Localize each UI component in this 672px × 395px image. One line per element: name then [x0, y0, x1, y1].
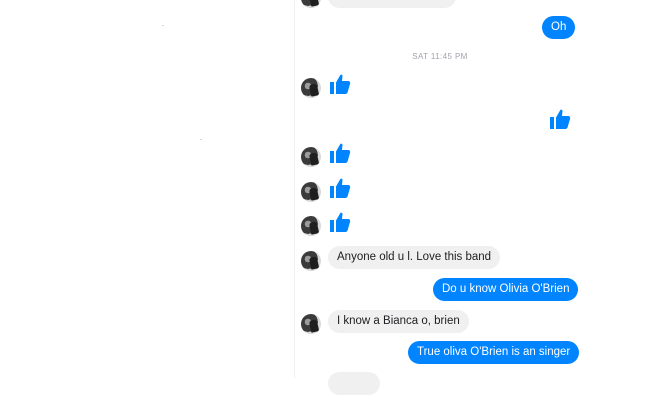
conversation-list-pane — [0, 0, 295, 378]
thumbs-up-icon — [548, 107, 572, 131]
avatar[interactable] — [301, 314, 321, 334]
thumbs-up-icon — [328, 210, 352, 234]
avatar[interactable] — [301, 182, 321, 202]
avatar[interactable] — [301, 0, 321, 8]
message-bubble-incoming: I know a Bianca o, brien — [328, 310, 469, 333]
message-bubble-incoming: Anyone old u l. Love this band — [328, 246, 501, 269]
avatar[interactable] — [301, 78, 321, 98]
avatar[interactable] — [301, 251, 321, 271]
message-bubble-outgoing: Do u know Olivia O'Brien — [433, 278, 579, 301]
message-timestamp: SAT 11:45 PM — [412, 52, 468, 61]
thumbs-up-icon — [328, 72, 352, 96]
message-bubble-incoming-cutoff — [328, 0, 456, 8]
artifact-dot — [162, 25, 164, 26]
message-bubble-outgoing: True oliva O'Brien is an singer — [408, 341, 580, 364]
message-bubble-outgoing: Oh — [542, 16, 576, 39]
thumbs-up-icon — [328, 176, 352, 200]
message-bubble-incoming-cutoff — [328, 372, 380, 395]
message-thread[interactable]: Oh SAT 11:45 PM Anyone old u l. Love thi… — [295, 0, 672, 395]
thumbs-up-icon — [328, 141, 352, 165]
avatar[interactable] — [301, 147, 321, 167]
avatar[interactable] — [301, 216, 321, 236]
artifact-dot — [200, 139, 202, 140]
